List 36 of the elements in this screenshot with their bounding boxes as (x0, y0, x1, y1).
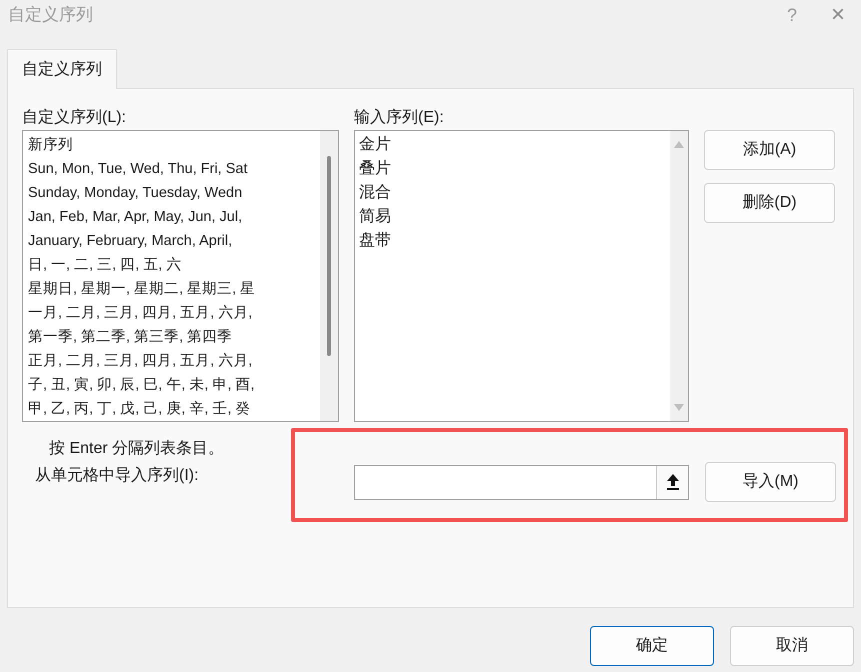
list-item[interactable]: 子, 丑, 寅, 卯, 辰, 巳, 午, 未, 申, 酉, (28, 373, 320, 397)
scroll-down-icon[interactable] (674, 404, 684, 411)
list-item[interactable]: 星期日, 星期一, 星期二, 星期三, 星 (28, 277, 320, 301)
up-arrow-icon (666, 474, 678, 490)
list-item[interactable]: 日, 一, 二, 三, 四, 五, 六 (28, 253, 320, 277)
range-field[interactable] (354, 464, 689, 500)
hint-text: 按 Enter 分隔列表条目。 (48, 438, 226, 459)
list-item[interactable]: Sunday, Monday, Tuesday, Wedn (28, 181, 320, 205)
window-title: 自定义序列 (8, 4, 93, 26)
entry-line: 盘带 (359, 230, 392, 251)
list-item[interactable]: 一月, 二月, 三月, 四月, 五月, 六月, (28, 301, 320, 325)
list-item[interactable]: Jan, Feb, Mar, Apr, May, Jun, Jul, (28, 205, 320, 229)
dialog-button[interactable]: 确定 (590, 626, 714, 666)
scrollbar-thumb[interactable] (327, 156, 331, 356)
collapse-button[interactable] (656, 466, 688, 498)
list-item[interactable]: 第一季, 第二季, 第三季, 第四季 (28, 325, 320, 349)
list-item[interactable]: 正月, 二月, 三月, 四月, 五月, 六月, (28, 349, 320, 373)
import-button[interactable]: 导入(M) (705, 462, 836, 502)
tab[interactable]: 自定义序列 (7, 49, 117, 89)
list-label: 自定义序列(L): (22, 108, 127, 128)
entry-line: 混合 (359, 183, 392, 203)
list-item[interactable]: 新序列 (28, 133, 320, 157)
entry-line: 叠片 (359, 158, 392, 179)
list-item[interactable]: January, February, March, April, (28, 229, 320, 253)
list-item[interactable]: Sun, Mon, Tue, Wed, Thu, Fri, Sat (28, 157, 320, 181)
entries-box[interactable]: 金片 叠片 混合 简易 盘带 (354, 130, 689, 422)
dialog-button[interactable]: 取消 (730, 626, 854, 666)
side-button[interactable]: 添加(A) (704, 130, 835, 170)
list-box[interactable] (22, 130, 339, 422)
scroll-up-icon[interactable] (674, 141, 684, 148)
side-button[interactable]: 删除(D) (704, 183, 835, 223)
import-label: 从单元格中导入序列(I): (34, 466, 200, 486)
entry-line: 金片 (359, 134, 392, 155)
entry-line: 简易 (359, 207, 392, 227)
entries-label: 输入序列(E): (354, 108, 445, 128)
list-item[interactable]: 甲, 乙, 丙, 丁, 戊, 己, 庚, 辛, 壬, 癸 (28, 397, 320, 421)
